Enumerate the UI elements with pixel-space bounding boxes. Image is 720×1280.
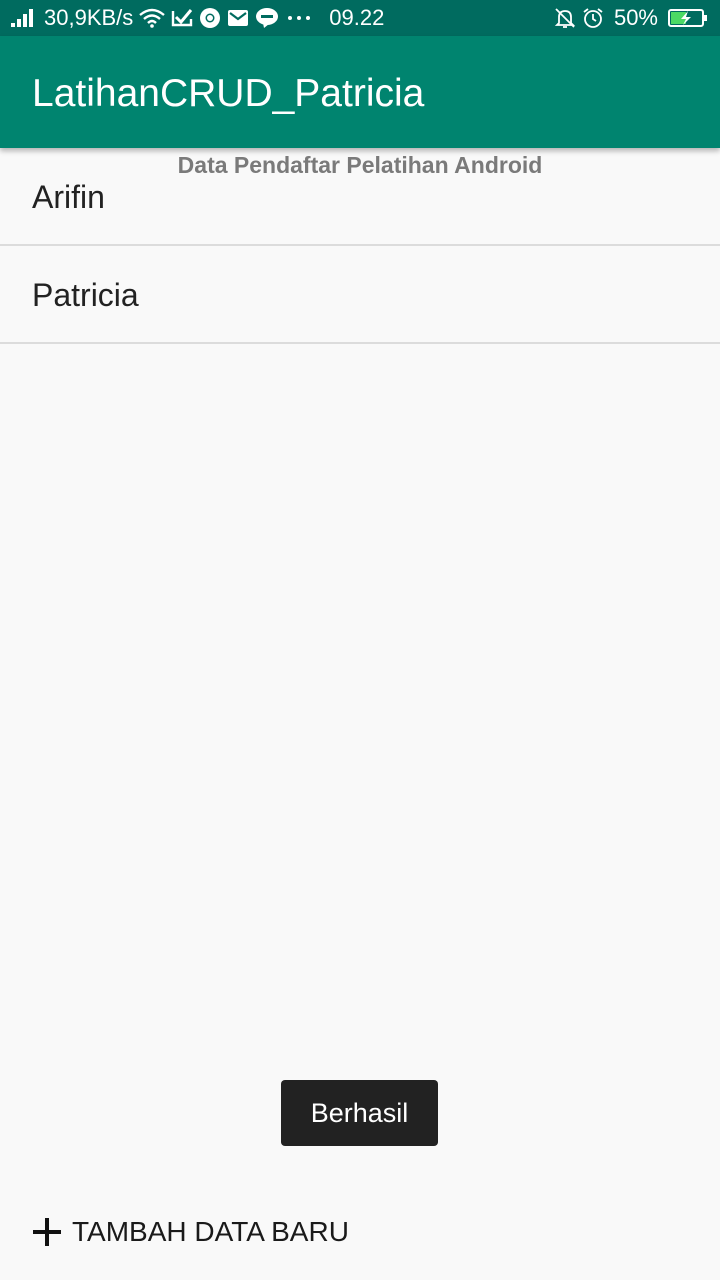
network-speed: 30,9KB/s [44, 5, 134, 30]
silent-bell-icon [554, 7, 576, 29]
list-item-label: Patricia [32, 277, 139, 313]
add-new-data-label: TAMBAH DATA BARU [72, 1216, 349, 1247]
screen: 30,9KB/s 09.22 50% LatihanCRUD_Patricia … [0, 0, 720, 1280]
status-bar: 30,9KB/s 09.22 50% [0, 0, 720, 36]
more-icon [287, 14, 311, 22]
gmail-icon [227, 9, 249, 27]
battery-percent: 50% [613, 5, 658, 30]
status-bar-left: 30,9KB/s 09.22 [10, 0, 384, 36]
chrome-icon [199, 7, 221, 29]
list-item[interactable]: Patricia [0, 246, 720, 344]
battery-charging-icon [668, 8, 708, 28]
plus-icon [32, 1217, 62, 1247]
add-new-data-button[interactable]: TAMBAH DATA BARU [32, 1204, 349, 1260]
wifi-icon [139, 8, 166, 28]
app-title: LatihanCRUD_Patricia [32, 72, 425, 115]
main-content: Arifin Patricia Data Pendaftar Pelatihan… [0, 148, 720, 1280]
status-bar-right: 50% [554, 0, 708, 36]
list-header: Data Pendaftar Pelatihan Android [177, 152, 543, 178]
signal-icon [10, 8, 36, 28]
toast-message: Berhasil [281, 1080, 438, 1146]
app-bar: LatihanCRUD_Patricia [0, 36, 720, 148]
clock: 09.22 [329, 5, 385, 30]
alarm-icon [582, 7, 604, 29]
line-icon [255, 7, 279, 29]
notification-check-icon [171, 8, 193, 28]
